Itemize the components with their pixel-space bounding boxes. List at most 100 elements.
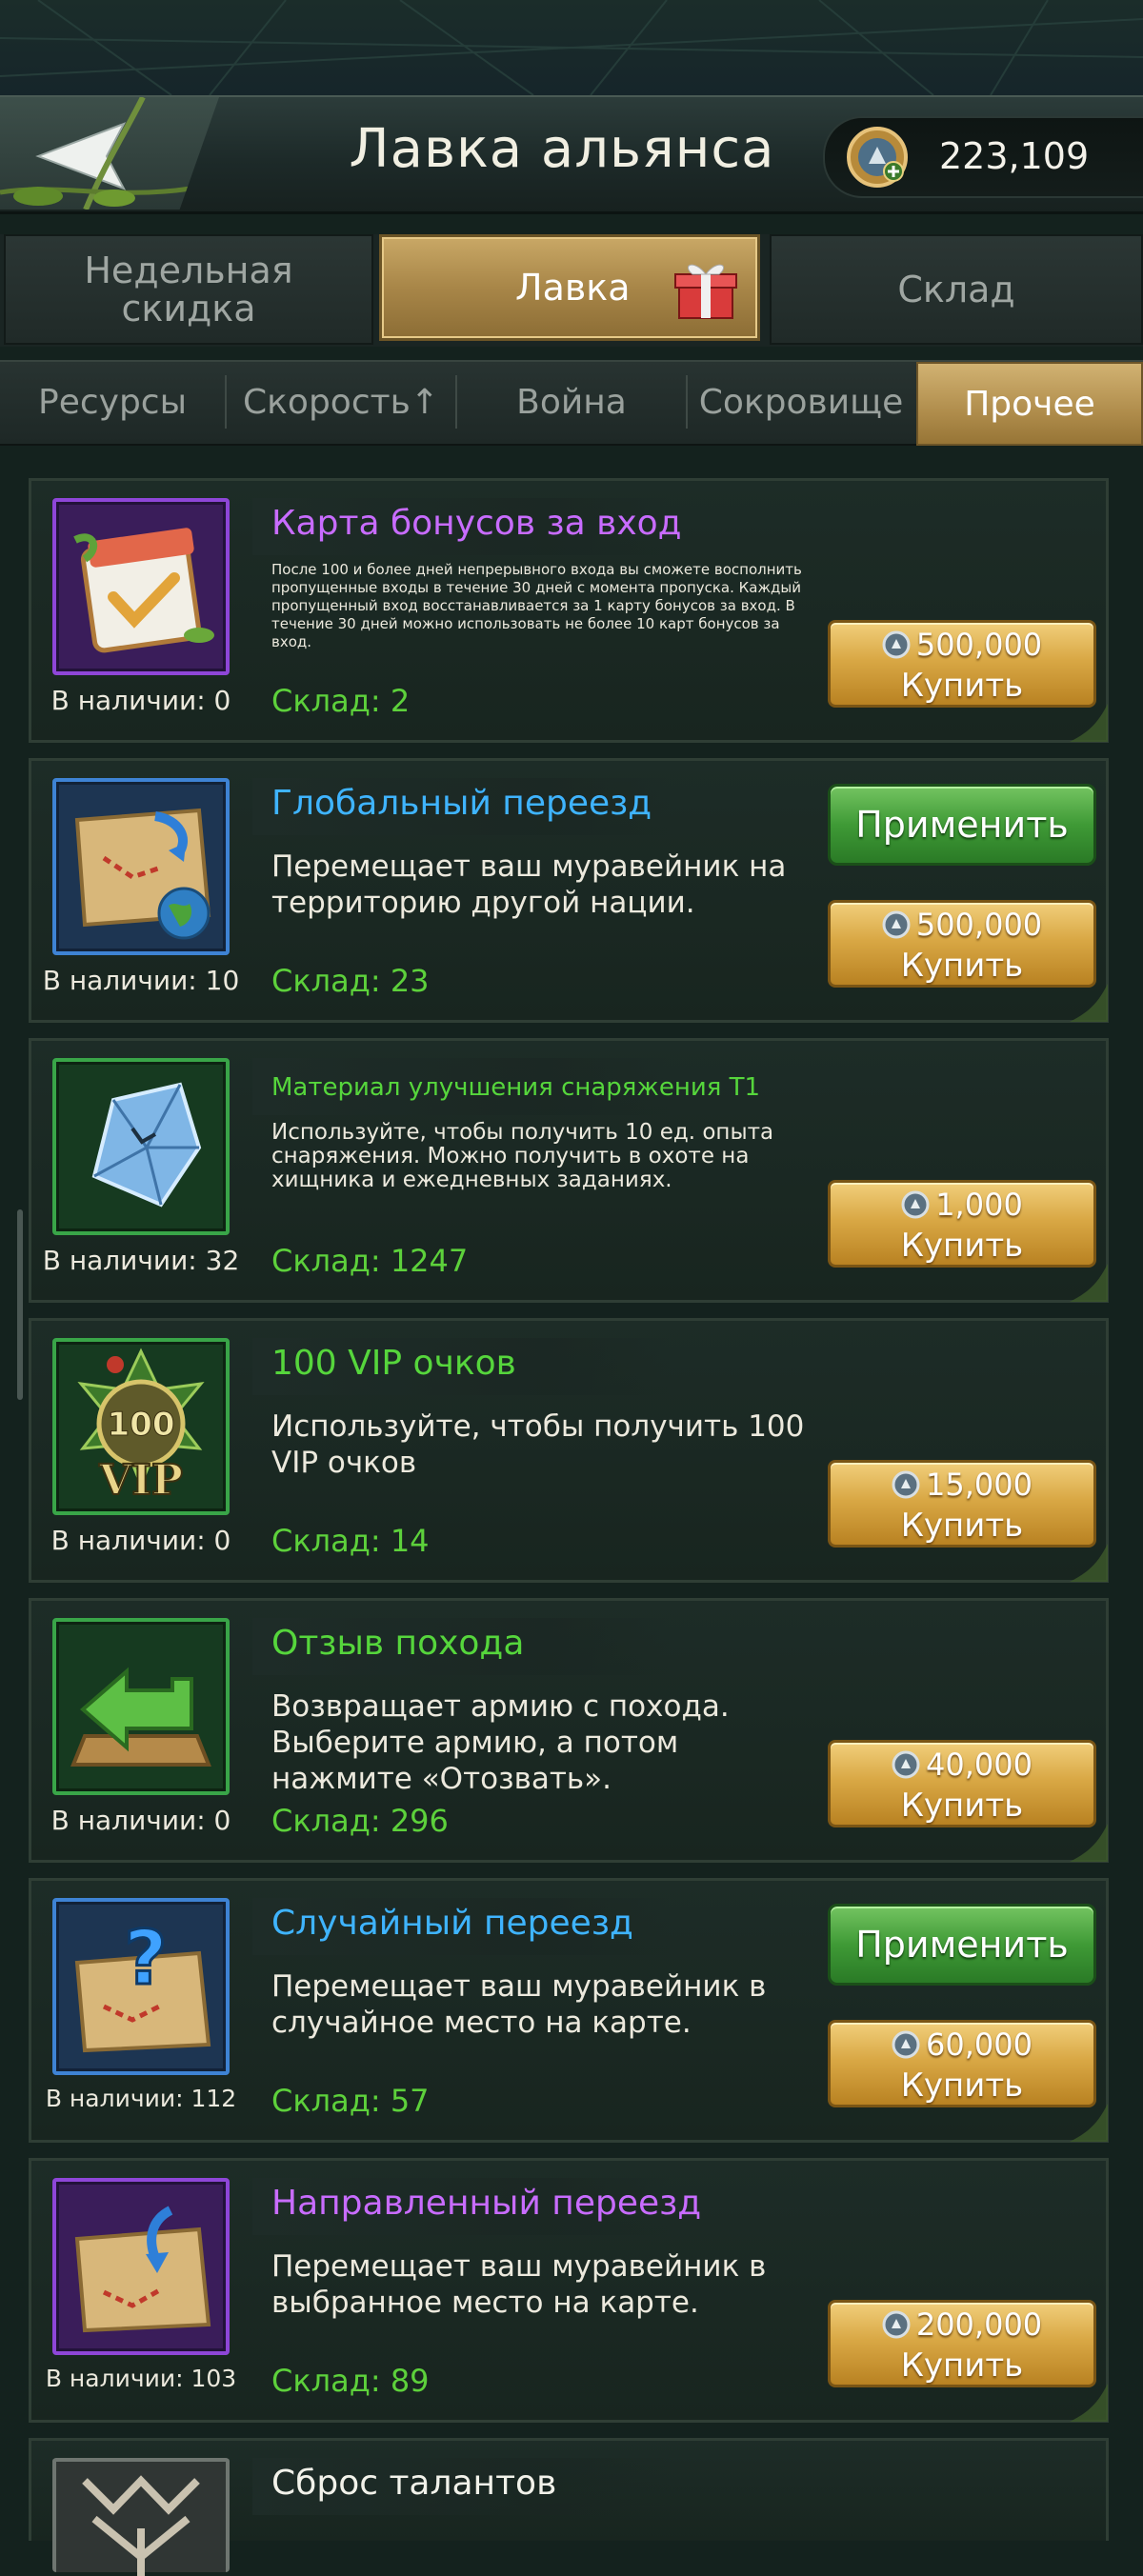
item-icon-frame [52,778,230,955]
in-stock-count: В наличии: 103 [45,2365,237,2392]
subtab-treasure[interactable]: Сокровище [688,362,914,442]
calendar-icon [73,528,214,653]
buy-label: Купить [900,2346,1024,2385]
talent-reset-icon [82,2475,200,2576]
list-item-login-bonus-card: В наличии: 0 Карта бонусов за вход После… [29,478,1109,743]
tab-weekly-discount-line2: скидка [121,288,256,329]
header-bar: Лавка альянса 223,109 [0,95,1143,214]
price-value: 60,000 [926,2027,1033,2063]
price: 500,000 [831,907,1093,943]
buy-button[interactable]: 40,000 Купить [828,1740,1096,1827]
random-map-icon: ? [74,1915,211,2053]
coin-icon [901,1190,930,1219]
leaf-corner-icon [1070,1264,1108,1302]
item-name: Случайный переезд [271,1904,633,1943]
in-stock-count: В наличии: 0 [50,1525,231,1556]
coin-icon [882,630,911,659]
storage-count: Склад: 296 [271,1803,449,1839]
buy-button[interactable]: 60,000 Купить [828,2020,1096,2107]
item-icon-frame [52,2178,230,2355]
buy-button[interactable]: 15,000 Купить [828,1460,1096,1548]
item-name: Карта бонусов за вход [271,504,682,543]
price: 15,000 [831,1467,1093,1503]
buy-button[interactable]: 500,000 Купить [828,900,1096,988]
currency-value: 223,109 [939,135,1090,177]
tab-weekly-discount-line1: Недельная [84,250,293,291]
item-icon-frame: 100 VIP [52,1338,230,1515]
category-tabs: Ресурсы Скорость↑ Война Сокровище Прочее [0,360,1143,446]
subtab-war[interactable]: Война [457,362,686,442]
item-name: Сброс талантов [271,2464,557,2503]
back-arrow-icon [0,97,191,210]
tab-shop-label: Лавка [515,267,631,309]
price-value: 15,000 [926,1467,1033,1503]
item-description: Перемещает ваш муравейник на территорию … [271,849,787,920]
leaf-corner-icon [1070,984,1108,1022]
buy-label: Купить [900,667,1024,705]
buy-label: Купить [900,1507,1024,1545]
price: 1,000 [831,1187,1093,1223]
crystal-icon [91,1082,202,1208]
globe-map-icon [74,808,211,940]
list-item-global-relocation: В наличии: 10 Глобальный переезд Перемещ… [29,758,1109,1023]
vip-icon-number: 100 [108,1406,175,1444]
coin-icon [882,910,911,939]
item-icon-frame: ? [52,1898,230,2075]
leaf-corner-icon [1070,1824,1108,1862]
leaf-corner-icon [1070,2104,1108,2142]
leaf-corner-icon [1070,1544,1108,1582]
subtab-other[interactable]: Прочее [916,362,1143,446]
buy-button[interactable]: 500,000 Купить [828,620,1096,708]
scroll-indicator[interactable] [17,1209,23,1400]
price: 500,000 [831,627,1093,663]
page-title: Лавка альянса [349,118,775,180]
apply-button[interactable]: Применить [828,784,1096,866]
tab-weekly-discount[interactable]: Недельная скидка [4,234,373,345]
list-item-directed-relocation: В наличии: 103 Направленный переезд Пере… [29,2158,1109,2423]
in-stock-count: В наличии: 10 [42,965,240,996]
price-value: 500,000 [915,627,1043,663]
recall-arrow-icon [70,1667,211,1767]
buy-button[interactable]: 1,000 Купить [828,1180,1096,1268]
item-description: После 100 и более дней непрерывного вход… [271,561,802,650]
leaf-corner-icon [1070,2384,1108,2422]
storage-count: Склад: 2 [271,683,411,719]
item-description: Возвращает армию с похода. Выберите арми… [271,1689,730,1796]
directed-map-icon [74,2206,211,2333]
back-button[interactable] [0,97,219,210]
alliance-currency-display: 223,109 [823,116,1143,198]
subtab-resources[interactable]: Ресурсы [0,362,225,442]
leaf-corner-icon [1070,704,1108,742]
buy-label: Купить [900,947,1024,985]
apply-button[interactable]: Применить [828,1904,1096,1986]
price-value: 40,000 [926,1747,1033,1783]
buy-label: Купить [900,1787,1024,1825]
price: 40,000 [831,1747,1093,1783]
buy-button[interactable]: 200,000 Купить [828,2300,1096,2387]
storage-count: Склад: 89 [271,2363,430,2399]
price: 200,000 [831,2306,1093,2343]
coin-icon [892,1750,920,1779]
tab-warehouse[interactable]: Склад [770,234,1143,345]
in-stock-count: В наличии: 0 [50,1805,231,1836]
coin-icon [892,1470,920,1499]
price: 60,000 [831,2027,1093,2063]
subtab-speed[interactable]: Скорость↑ [227,362,455,442]
storage-count: Склад: 57 [271,2083,430,2119]
in-stock-count: В наличии: 112 [45,2085,237,2112]
item-name: 100 VIP очков [271,1344,516,1383]
top-background [0,0,1143,95]
price-value: 200,000 [915,2306,1043,2343]
list-item-vip-points: 100 VIP В наличии: 0 100 VIP очков Испол… [29,1318,1109,1583]
coin-icon [882,2310,911,2339]
price-value: 500,000 [915,907,1043,943]
list-item-upgrade-material: В наличии: 32 Материал улучшения снаряже… [29,1038,1109,1303]
alliance-coin-icon [847,127,908,188]
storage-count: Склад: 1247 [271,1243,469,1279]
item-icon-frame [52,1618,230,1795]
item-icon-frame [52,2458,230,2576]
list-item-march-recall: В наличии: 0 Отзыв похода Возвращает арм… [29,1598,1109,1863]
item-description: Перемещает ваш муравейник в случайное ме… [271,1969,767,2040]
list-item-random-relocation: ? В наличии: 112 Случайный переезд Перем… [29,1878,1109,2143]
main-tabs: Недельная скидка Лавка Склад [0,234,1143,347]
